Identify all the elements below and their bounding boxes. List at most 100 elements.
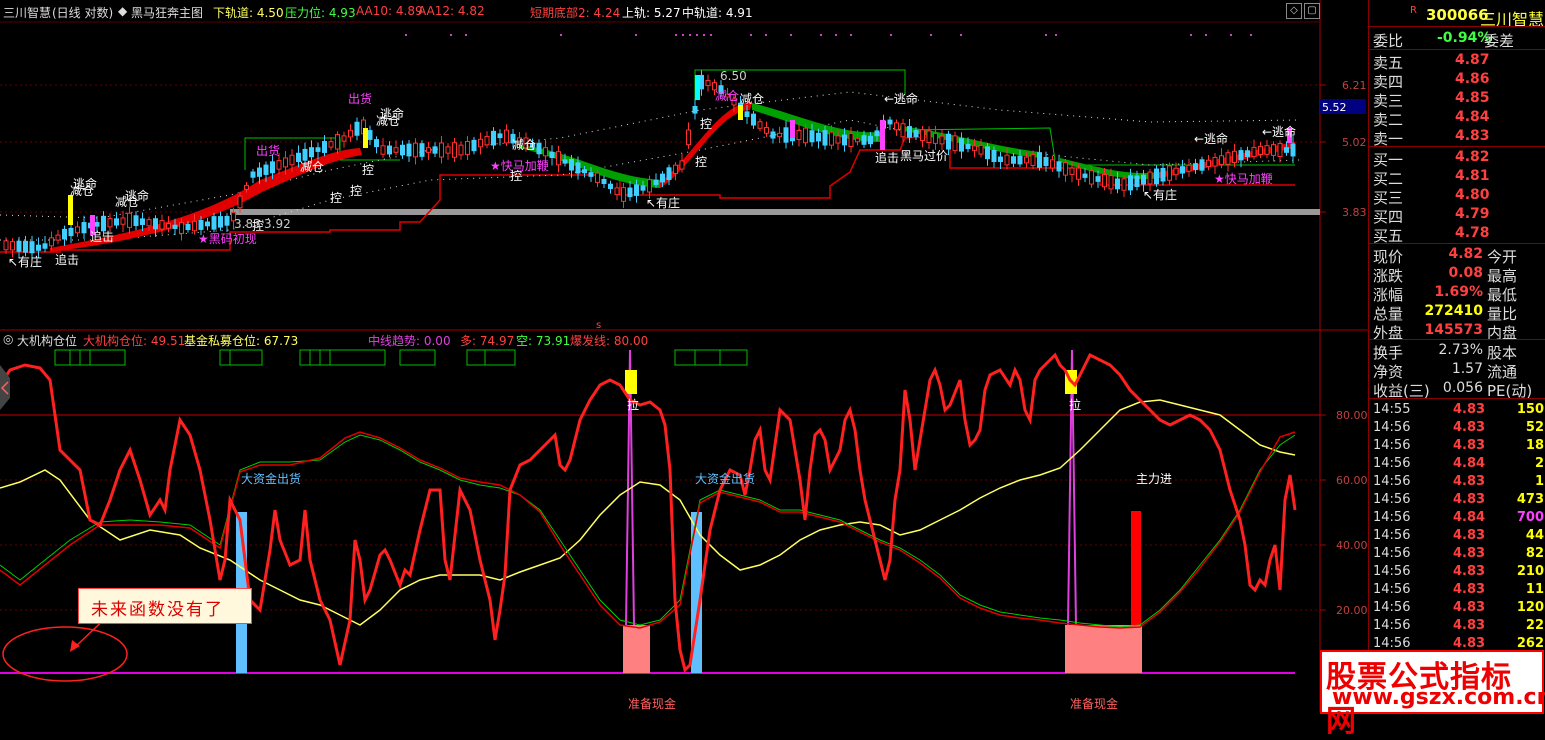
tick-time: 14:56 bbox=[1373, 636, 1411, 651]
tick-price: 4.83 bbox=[1453, 546, 1486, 561]
bid-level-row[interactable]: 买二 4.81 bbox=[1369, 167, 1545, 188]
tick-price: 4.83 bbox=[1453, 438, 1486, 453]
candle-body bbox=[1225, 152, 1231, 165]
stat-row[interactable]: 现价 4.82 今开 bbox=[1369, 245, 1545, 266]
tick-row[interactable]: 14:56 4.83 22 bbox=[1369, 617, 1545, 636]
stat-row[interactable]: 换手 2.73% 股本 bbox=[1369, 341, 1545, 362]
candle-body bbox=[484, 135, 490, 146]
tick-row[interactable]: 14:55 4.83 150 bbox=[1369, 401, 1545, 420]
stat-row[interactable]: 总量 272410 量比 bbox=[1369, 302, 1545, 323]
settings-icon[interactable]: ◎ bbox=[3, 332, 13, 346]
stair-support-line bbox=[0, 135, 1295, 253]
bid-price: 4.78 bbox=[1455, 225, 1490, 241]
ask-level-row[interactable]: 卖三 4.85 bbox=[1369, 89, 1545, 110]
sub-axis-label: 80.00 bbox=[1336, 409, 1368, 422]
bid-level-row[interactable]: 买四 4.79 bbox=[1369, 205, 1545, 226]
candle-body bbox=[224, 215, 230, 226]
tick-row[interactable]: 14:56 4.83 210 bbox=[1369, 563, 1545, 582]
stock-header: R 300066 三川智慧 bbox=[1369, 3, 1545, 29]
candle-body bbox=[946, 133, 951, 150]
ask-level-row[interactable]: 卖四 4.86 bbox=[1369, 70, 1545, 91]
tick-price: 4.83 bbox=[1453, 636, 1486, 651]
ask-price: 4.85 bbox=[1455, 90, 1490, 106]
candle-body bbox=[341, 135, 347, 142]
signal-label: 减仓 bbox=[70, 184, 94, 198]
tick-volume: 18 bbox=[1525, 438, 1544, 453]
signal-label: 减仓 bbox=[715, 89, 739, 103]
tick-row[interactable]: 14:56 4.83 11 bbox=[1369, 581, 1545, 600]
period-label[interactable]: (日线 对数) bbox=[52, 4, 113, 21]
candle-body bbox=[952, 135, 958, 152]
ask-level-row[interactable]: 卖五 4.87 bbox=[1369, 51, 1545, 72]
candle-body bbox=[205, 221, 210, 227]
ask-level-row[interactable]: 卖一 4.83 bbox=[1369, 127, 1545, 148]
candle-body bbox=[653, 179, 659, 185]
tick-row[interactable]: 14:56 4.83 82 bbox=[1369, 545, 1545, 564]
stat-row[interactable]: 净资 1.57 流通 bbox=[1369, 360, 1545, 381]
candle-body bbox=[166, 223, 171, 229]
candle-body bbox=[432, 146, 438, 154]
candle-body bbox=[751, 113, 756, 126]
candle-body bbox=[1271, 144, 1276, 156]
signal-label: 减仓 bbox=[740, 92, 764, 106]
stat-row[interactable]: 涨幅 1.69% 最低 bbox=[1369, 283, 1545, 304]
candle-body bbox=[777, 132, 782, 138]
candle-highlight bbox=[695, 75, 700, 100]
candle-body bbox=[1121, 178, 1127, 191]
signal-label: 追击 bbox=[55, 252, 79, 267]
stat-row[interactable]: 外盘 145573 内盘 bbox=[1369, 321, 1545, 342]
sub-indicator-name[interactable]: 大机构仓位 bbox=[17, 332, 77, 349]
tick-row[interactable]: 14:56 4.83 1 bbox=[1369, 473, 1545, 492]
indicator-name[interactable]: 黑马狂奔主图 bbox=[131, 4, 203, 21]
candle-body bbox=[1258, 145, 1263, 155]
tick-row[interactable]: 14:56 4.84 700 bbox=[1369, 509, 1545, 528]
candle-body bbox=[16, 240, 22, 252]
ask-level-row[interactable]: 卖二 4.84 bbox=[1369, 108, 1545, 129]
tick-volume: 2 bbox=[1534, 456, 1544, 471]
tick-row[interactable]: 14:56 4.83 52 bbox=[1369, 419, 1545, 438]
candle-body bbox=[1017, 155, 1023, 165]
candle-body bbox=[185, 224, 191, 231]
arrow-down-icon[interactable]: ◆ bbox=[118, 4, 127, 18]
candle-body bbox=[1141, 174, 1146, 185]
signal-dots bbox=[405, 34, 1252, 36]
candle-body bbox=[1238, 150, 1244, 161]
tick-row[interactable]: 14:56 4.83 120 bbox=[1369, 599, 1545, 618]
trend-value: 中线趋势: 0.00 bbox=[368, 334, 451, 348]
candle-body bbox=[1004, 154, 1010, 166]
signal-label: 准备现金 bbox=[1070, 696, 1118, 711]
stat-row[interactable]: 收益(三) 0.056 PE(动) bbox=[1369, 379, 1545, 400]
candle-body bbox=[393, 147, 399, 153]
bid-level-row[interactable]: 买一 4.82 bbox=[1369, 148, 1545, 169]
duo-value: 多: 74.97 bbox=[460, 334, 515, 348]
candle-body bbox=[1251, 146, 1257, 158]
candle-body bbox=[855, 137, 860, 143]
candle-body bbox=[302, 148, 308, 161]
bid-level-row[interactable]: 买五 4.78 bbox=[1369, 224, 1545, 245]
candle-body bbox=[1069, 167, 1075, 175]
ask-price: 4.84 bbox=[1455, 109, 1490, 125]
candle-body bbox=[816, 132, 821, 142]
bid-level-row[interactable]: 买三 4.80 bbox=[1369, 186, 1545, 207]
candle-body bbox=[335, 134, 340, 150]
pressure-value: 压力位: 4.93 bbox=[285, 6, 356, 20]
candle-body bbox=[926, 130, 932, 144]
signal-label: 控 bbox=[350, 184, 362, 198]
candle-body bbox=[1154, 168, 1159, 185]
price-note: 3.83 bbox=[234, 217, 261, 231]
tick-time: 14:56 bbox=[1373, 492, 1411, 507]
tick-row[interactable]: 14:56 4.83 18 bbox=[1369, 437, 1545, 456]
stat-row[interactable]: 涨跌 0.08 最高 bbox=[1369, 264, 1545, 285]
maximize-icon[interactable]: ▢ bbox=[1304, 3, 1320, 19]
tick-row[interactable]: 14:56 4.84 2 bbox=[1369, 455, 1545, 474]
tick-volume: 262 bbox=[1516, 636, 1544, 651]
candle-body bbox=[647, 179, 652, 193]
tick-row[interactable]: 14:56 4.83 44 bbox=[1369, 527, 1545, 546]
candle-body bbox=[250, 171, 256, 178]
candlesticks[interactable] bbox=[3, 70, 1296, 259]
candle-body bbox=[263, 164, 269, 175]
tick-volume: 700 bbox=[1516, 510, 1544, 525]
tick-row[interactable]: 14:56 4.83 473 bbox=[1369, 491, 1545, 510]
diamond-icon[interactable]: ◇ bbox=[1286, 3, 1302, 19]
candle-body bbox=[1167, 165, 1172, 181]
